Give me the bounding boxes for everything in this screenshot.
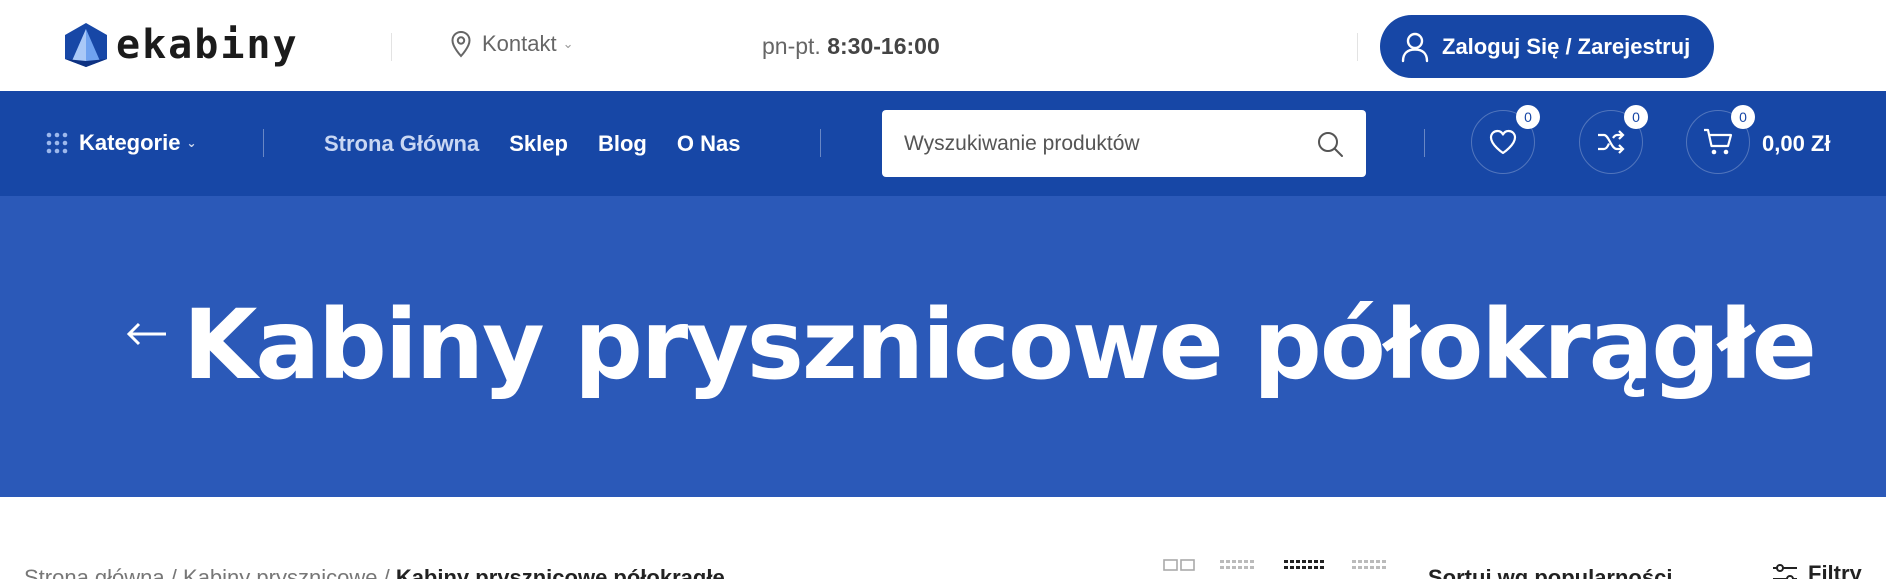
nav-link-blog[interactable]: Blog — [598, 131, 647, 157]
login-register-button[interactable]: Zaloguj Się / Zarejestruj — [1380, 15, 1714, 78]
search-icon[interactable] — [1316, 130, 1344, 158]
breadcrumb: Strona główna / Kabiny prysznicowe / Kab… — [24, 565, 725, 579]
cart-total[interactable]: 0,00 Zł — [1762, 131, 1830, 157]
grid-2-icon[interactable] — [1163, 559, 1195, 579]
logo-mark-icon — [65, 23, 107, 67]
hours-prefix: pn-pt. — [762, 33, 821, 59]
categories-label: Kategorie — [79, 130, 181, 155]
shuffle-icon — [1598, 130, 1625, 154]
hours-value: 8:30-16:00 — [827, 33, 940, 59]
filter-label: Filtry — [1808, 561, 1862, 579]
breadcrumb-separator: / — [383, 565, 396, 579]
wishlist-count-badge: 0 — [1516, 105, 1540, 129]
compare-button[interactable]: 0 — [1579, 105, 1648, 174]
sort-dropdown[interactable]: Sortuj wg popularności — [1428, 565, 1672, 579]
cart-button[interactable]: 0 — [1686, 105, 1755, 174]
search-bar — [882, 110, 1366, 177]
logo-text: ekabiny — [116, 22, 299, 68]
main-nav: Kategorie ⌄ Strona Główna Sklep Blog O N… — [0, 91, 1886, 196]
breadcrumb-separator: / — [170, 565, 184, 579]
search-input[interactable] — [904, 131, 1304, 156]
view-switcher — [1163, 559, 1415, 579]
breadcrumb-category[interactable]: Kabiny prysznicowe — [183, 565, 377, 579]
top-bar: ekabiny Kontakt ⌄ pn-pt. 8:30-16:00 Zalo… — [0, 0, 1886, 91]
cart-icon — [1704, 128, 1733, 155]
logo[interactable]: ekabiny — [62, 18, 299, 72]
shop-toolbar: Strona główna / Kabiny prysznicowe / Kab… — [0, 497, 1886, 579]
page-hero: Kabiny prysznicowe półokrągłe — [0, 196, 1886, 497]
heart-icon — [1489, 129, 1517, 155]
contact-dropdown[interactable]: Kontakt ⌄ — [450, 30, 574, 58]
user-icon — [1401, 32, 1429, 62]
divider — [263, 129, 264, 157]
filter-button[interactable]: Filtry — [1772, 561, 1862, 579]
grid-4-icon[interactable] — [1283, 559, 1327, 579]
compare-count-badge: 0 — [1624, 105, 1648, 129]
grid-5-icon[interactable] — [1351, 559, 1391, 579]
page-title: Kabiny prysznicowe półokrągłe — [183, 289, 1817, 401]
cart-count-badge: 0 — [1731, 105, 1755, 129]
nav-links: Strona Główna Sklep Blog O Nas — [324, 131, 770, 157]
login-label: Zaloguj Się / Zarejestruj — [1442, 33, 1691, 59]
nav-link-home[interactable]: Strona Główna — [324, 131, 479, 157]
divider — [1357, 33, 1358, 61]
contact-label: Kontakt — [482, 31, 557, 56]
chevron-down-icon: ⌄ — [562, 36, 574, 51]
opening-hours: pn-pt. 8:30-16:00 — [762, 33, 940, 60]
map-pin-icon — [451, 30, 471, 58]
grid-3-icon[interactable] — [1219, 559, 1259, 579]
back-arrow-icon[interactable] — [126, 322, 168, 346]
grid-dots-icon — [46, 132, 68, 154]
categories-menu[interactable]: Kategorie ⌄ — [45, 130, 197, 156]
sliders-icon — [1773, 564, 1797, 579]
breadcrumb-home[interactable]: Strona główna — [24, 565, 165, 579]
divider — [391, 33, 392, 61]
breadcrumb-current: Kabiny prysznicowe półokrągłe — [395, 565, 725, 579]
nav-link-about[interactable]: O Nas — [677, 131, 741, 157]
wishlist-button[interactable]: 0 — [1471, 105, 1540, 174]
chevron-down-icon: ⌄ — [186, 136, 197, 150]
nav-link-shop[interactable]: Sklep — [509, 131, 568, 157]
divider — [1424, 129, 1425, 157]
divider — [820, 129, 821, 157]
